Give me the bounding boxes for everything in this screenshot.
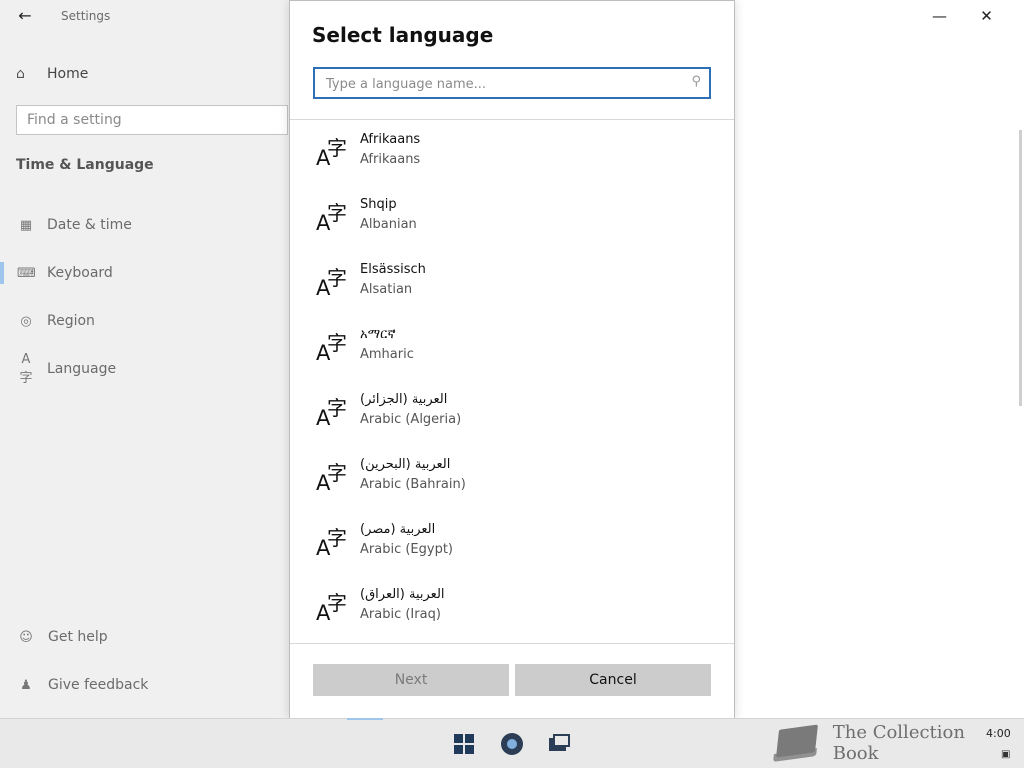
divider [290, 643, 734, 644]
language-native-name: Elsässisch [360, 262, 426, 277]
language-native-name: العربية (العراق) [360, 587, 445, 602]
taskbar-clock[interactable]: 4:00 [986, 727, 1011, 740]
feedback-person-icon: ♟ [20, 677, 32, 693]
notification-icon[interactable]: ▣ [1001, 749, 1010, 760]
select-language-dialog: Select language ⚲ A字 Afrikaans Afrikaans… [289, 0, 735, 719]
active-app-indicator [347, 718, 383, 720]
language-icon: A字 [316, 136, 347, 170]
find-setting-input[interactable]: Find a setting [16, 105, 288, 135]
language-icon: A字 [316, 526, 347, 560]
language-icon: A字 [316, 266, 347, 300]
language-native-name: አማርኛ [360, 327, 396, 342]
sidebar-item-label: Language [47, 361, 117, 377]
list-item[interactable]: A字 አማርኛ Amharic [290, 315, 734, 380]
scrollbar[interactable] [1019, 130, 1022, 406]
language-list[interactable]: A字 Afrikaans Afrikaans A字 Shqip Albanian… [290, 120, 734, 643]
sidebar-item-label: Region [47, 313, 95, 329]
language-icon: A字 [316, 396, 347, 430]
language-icon: A字 [19, 352, 33, 386]
language-native-name: Shqip [360, 197, 397, 212]
sidebar-item-home[interactable]: ⌂ Home [16, 62, 88, 86]
sidebar-item-region[interactable]: ◎ Region [0, 306, 289, 336]
sidebar-item-language[interactable]: A字 Language [0, 352, 289, 386]
book-icon [772, 721, 823, 765]
settings-sidebar: ← Settings ⌂ Home Find a setting Time & … [0, 0, 289, 718]
next-button[interactable]: Next [313, 664, 509, 696]
keyboard-icon: ⌨ [17, 265, 36, 281]
give-feedback-link[interactable]: ♟ Give feedback [0, 670, 148, 700]
language-english-name: Afrikaans [360, 152, 421, 167]
language-native-name: العربية (الجزائر) [360, 392, 448, 407]
home-icon: ⌂ [16, 66, 25, 82]
list-item[interactable]: A字 العربية (الجزائر) Arabic (Algeria) [290, 380, 734, 445]
language-icon: A字 [316, 331, 347, 365]
list-item[interactable]: A字 Afrikaans Afrikaans [290, 120, 734, 185]
help-chat-icon: ☺ [19, 629, 33, 645]
list-item[interactable]: A字 العربية (البحرين) Arabic (Bahrain) [290, 445, 734, 510]
list-item[interactable]: A字 العربية (العراق) Arabic (Iraq) [290, 575, 734, 640]
sidebar-item-label: Home [47, 66, 89, 82]
language-english-name: Amharic [360, 347, 414, 362]
section-title: Time & Language [16, 157, 154, 173]
watermark: The Collection Book [772, 720, 1012, 766]
list-item[interactable]: A字 العربية (مصر) Arabic (Egypt) [290, 510, 734, 575]
get-help-link[interactable]: ☺ Get help [0, 622, 108, 652]
language-english-name: Alsatian [360, 282, 413, 297]
sidebar-item-label: Keyboard [47, 265, 113, 281]
language-english-name: Arabic (Iraq) [360, 607, 441, 622]
settings-gear-icon[interactable] [500, 732, 524, 756]
language-icon: A字 [316, 591, 347, 625]
search-icon[interactable]: ⚲ [691, 74, 701, 89]
task-view-icon[interactable] [548, 732, 572, 756]
language-search-input[interactable] [324, 69, 688, 99]
language-native-name: العربية (البحرين) [360, 457, 451, 472]
back-arrow-icon[interactable]: ← [14, 6, 36, 26]
language-search-box: ⚲ [313, 67, 711, 99]
calendar-clock-icon: ▦ [19, 217, 33, 233]
close-button[interactable]: ✕ [963, 4, 1010, 28]
language-english-name: Arabic (Bahrain) [360, 477, 466, 492]
list-item[interactable]: A字 Elsässisch Alsatian [290, 250, 734, 315]
minimize-button[interactable]: — [916, 4, 963, 28]
feedback-label: Give feedback [48, 677, 149, 693]
window-title: Settings [61, 9, 111, 23]
language-english-name: Arabic (Egypt) [360, 542, 453, 557]
language-english-name: Albanian [360, 217, 417, 232]
windows-start-icon[interactable] [452, 732, 476, 756]
sidebar-item-date-time[interactable]: ▦ Date & time [0, 210, 289, 240]
list-item[interactable]: A字 Shqip Albanian [290, 185, 734, 250]
language-native-name: Afrikaans [360, 132, 421, 147]
sidebar-item-keyboard[interactable]: ⌨ Keyboard [0, 258, 289, 288]
language-icon: A字 [316, 201, 347, 235]
language-icon: A字 [316, 461, 347, 495]
window-controls: — ✕ [916, 4, 1010, 28]
globe-icon: ◎ [20, 313, 32, 329]
cancel-button[interactable]: Cancel [515, 664, 711, 696]
dialog-title: Select language [312, 23, 494, 47]
language-english-name: Arabic (Algeria) [360, 412, 462, 427]
language-native-name: العربية (مصر) [360, 522, 436, 537]
sidebar-item-label: Date & time [47, 217, 132, 233]
help-label: Get help [48, 629, 108, 645]
